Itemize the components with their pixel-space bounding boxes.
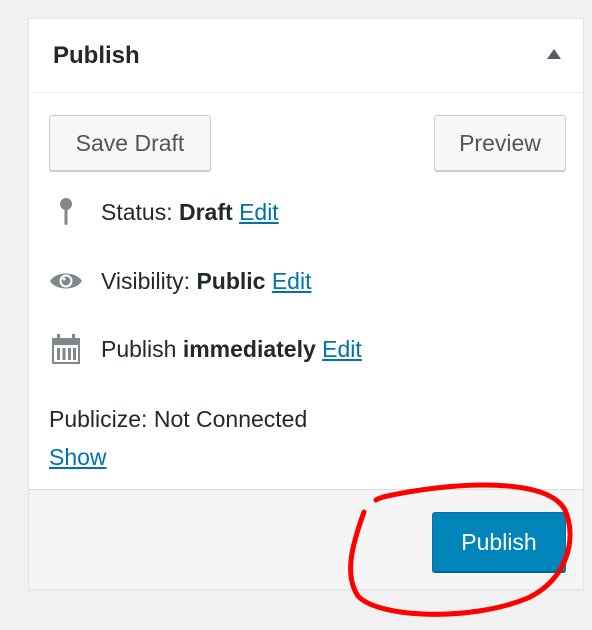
status-value: Draft — [179, 199, 233, 225]
publish-panel: Publish Save Draft Preview Status: Draft… — [28, 18, 584, 590]
visibility-label: Visibility: — [101, 268, 191, 294]
publicize-row: Publicize: Not Connected — [49, 402, 307, 436]
status-edit-link[interactable]: Edit — [239, 199, 279, 225]
schedule-value: immediately — [182, 336, 316, 362]
publicize-show-link[interactable]: Show — [49, 440, 107, 474]
eye-icon — [49, 264, 83, 298]
visibility-value: Public — [196, 268, 266, 294]
visibility-edit-link[interactable]: Edit — [272, 268, 312, 294]
panel-title: Publish — [53, 42, 140, 69]
triangle-up-icon[interactable] — [547, 49, 561, 59]
publishing-actions: Publish — [29, 489, 583, 589]
status-label: Status: — [101, 199, 173, 225]
schedule-label: Publish — [101, 336, 177, 362]
save-draft-button[interactable]: Save Draft — [49, 115, 211, 171]
preview-button[interactable]: Preview — [434, 115, 566, 171]
publish-button[interactable]: Publish — [432, 512, 566, 572]
calendar-icon — [49, 332, 83, 366]
schedule-edit-link[interactable]: Edit — [322, 336, 362, 362]
pin-icon — [49, 195, 83, 229]
publicize-value: Not Connected — [153, 406, 308, 432]
publicize-label: Publicize: — [49, 406, 148, 432]
page: Publish Save Draft Preview Status: Draft… — [0, 0, 592, 630]
panel-header[interactable]: Publish — [29, 19, 583, 93]
